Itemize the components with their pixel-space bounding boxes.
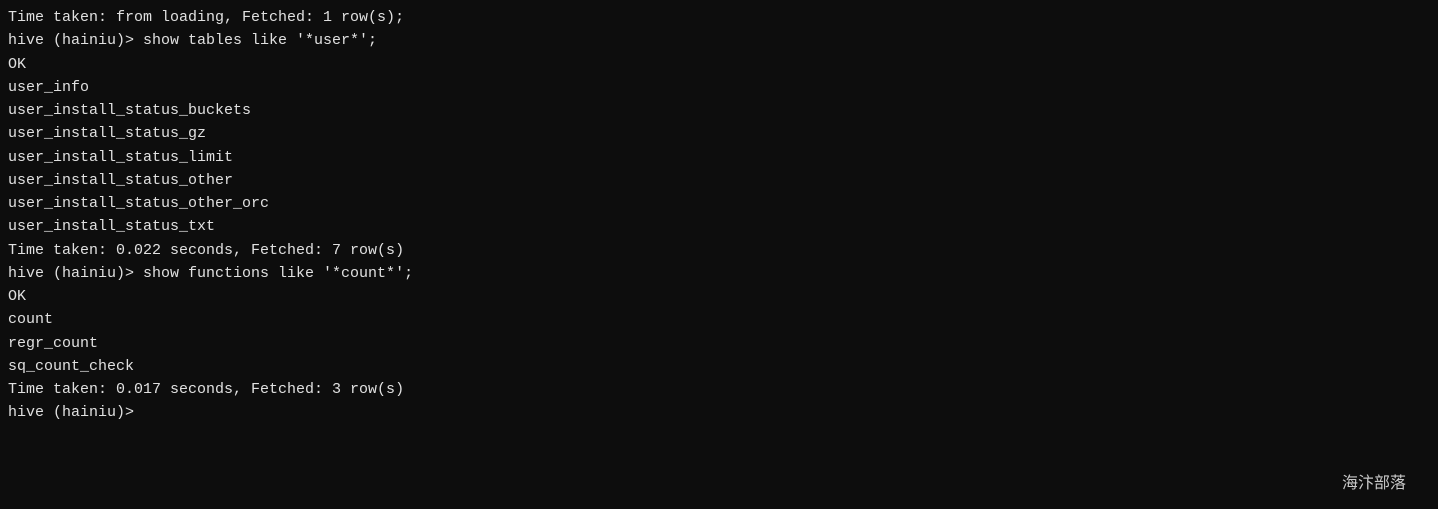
terminal-line-line9: user_install_status_other_orc — [8, 192, 1430, 215]
terminal-line-line2: hive (hainiu)> show tables like '*user*'… — [8, 29, 1430, 52]
terminal-line-line14: count — [8, 308, 1430, 331]
watermark: 海汴部落 — [1342, 469, 1406, 493]
terminal-line-line13: OK — [8, 285, 1430, 308]
terminal-line-line18: hive (hainiu)> — [8, 401, 1430, 424]
terminal-line-line16: sq_count_check — [8, 355, 1430, 378]
terminal-line-line17: Time taken: 0.017 seconds, Fetched: 3 ro… — [8, 378, 1430, 401]
terminal-line-line3: OK — [8, 53, 1430, 76]
terminal-line-line10: user_install_status_txt — [8, 215, 1430, 238]
terminal-output: Time taken: from loading, Fetched: 1 row… — [8, 6, 1430, 425]
terminal-window[interactable]: Time taken: from loading, Fetched: 1 row… — [0, 0, 1438, 509]
terminal-line-line8: user_install_status_other — [8, 169, 1430, 192]
terminal-line-line1: Time taken: from loading, Fetched: 1 row… — [8, 6, 1430, 29]
terminal-line-line15: regr_count — [8, 332, 1430, 355]
terminal-line-line4: user_info — [8, 76, 1430, 99]
terminal-line-line5: user_install_status_buckets — [8, 99, 1430, 122]
terminal-line-line12: hive (hainiu)> show functions like '*cou… — [8, 262, 1430, 285]
terminal-line-line11: Time taken: 0.022 seconds, Fetched: 7 ro… — [8, 239, 1430, 262]
terminal-line-line6: user_install_status_gz — [8, 122, 1430, 145]
terminal-line-line7: user_install_status_limit — [8, 146, 1430, 169]
